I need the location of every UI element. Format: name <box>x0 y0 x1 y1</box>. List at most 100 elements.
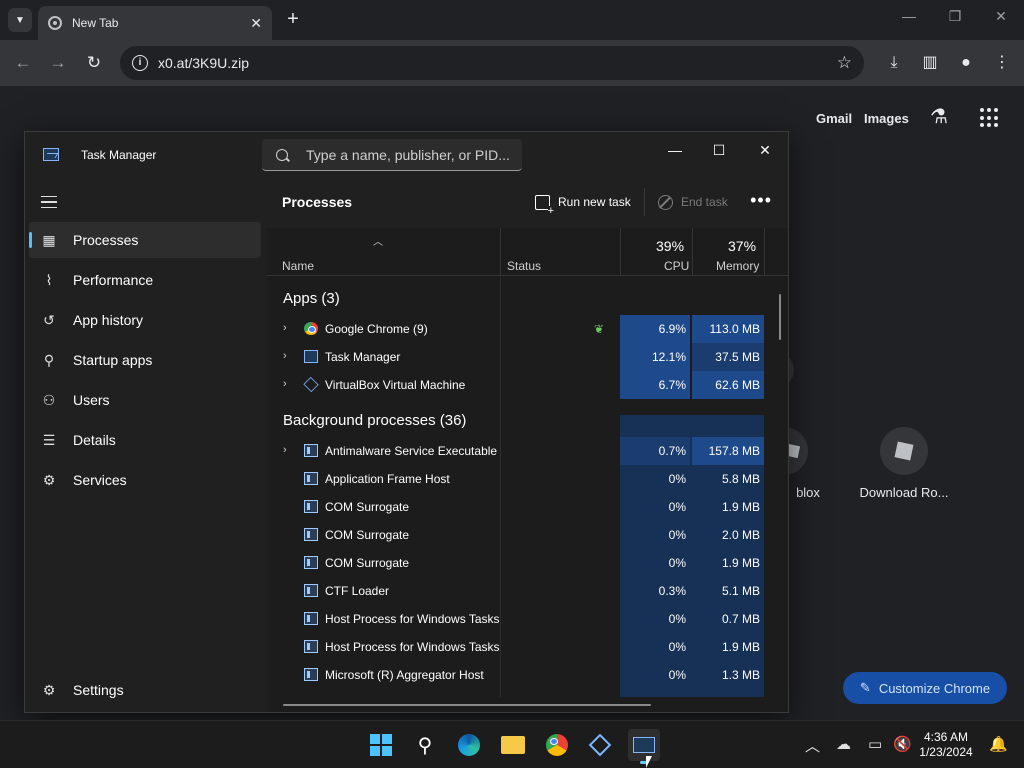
edge-app[interactable] <box>453 729 485 761</box>
table-row[interactable]: CTF Loader 0.3% 5.1 MB <box>267 577 771 605</box>
menu-kebab-icon[interactable]: ⋮ <box>991 52 1013 74</box>
bookmark-star-icon[interactable]: ☆ <box>837 53 852 73</box>
table-row[interactable]: Application Frame Host 0% 5.8 MB <box>267 465 771 493</box>
close-icon[interactable]: ✕ <box>742 136 788 164</box>
task-manager-app[interactable] <box>628 729 660 764</box>
chrome-app[interactable] <box>541 729 573 761</box>
side-panel-icon[interactable]: ▥ <box>919 52 941 74</box>
windows-logo-icon <box>370 734 392 756</box>
minimize-icon[interactable]: — <box>894 8 924 24</box>
labs-flask-icon[interactable]: ⚗ <box>930 104 948 129</box>
maximize-icon[interactable]: ☐ <box>696 136 742 164</box>
table-row[interactable]: Microsoft (R) Aggregator Host 0% 1.3 MB <box>267 661 771 689</box>
sidebar-item-startup-apps[interactable]: ⚲ Startup apps <box>29 342 261 378</box>
download-icon[interactable]: ⤓ <box>883 52 905 74</box>
clock[interactable]: 4:36 AM 1/23/2024 <box>910 730 982 760</box>
profile-icon[interactable]: ● <box>955 52 977 74</box>
expand-chevron-icon[interactable]: › <box>283 444 287 456</box>
sidebar-item-details[interactable]: ☰ Details <box>29 422 261 458</box>
column-name[interactable]: Name <box>282 259 314 273</box>
tab-search-button[interactable]: ▼ <box>8 8 32 32</box>
memory-value: 0.7 MB <box>721 612 760 626</box>
vertical-scrollbar[interactable] <box>779 294 781 340</box>
memory-value: 1.9 MB <box>721 640 760 654</box>
customize-chrome-button[interactable]: ✎ Customize Chrome <box>843 672 1007 704</box>
sidebar-item-performance[interactable]: ⌇ Performance <box>29 262 261 298</box>
table-row[interactable]: › Antimalware Service Executable 0.7% 15… <box>267 437 771 465</box>
page-title: Processes <box>282 194 353 210</box>
column-status[interactable]: Status <box>507 259 541 273</box>
cpu-value: 0.3% <box>658 584 686 598</box>
expand-chevron-icon[interactable]: › <box>283 378 287 390</box>
volume-muted-icon[interactable]: 🔇 <box>893 735 912 753</box>
back-arrow-icon[interactable]: ← <box>12 52 34 74</box>
address-bar[interactable]: i x0.at/3K9U.zip ☆ <box>120 46 864 80</box>
shortcut-roblox[interactable]: blox <box>778 427 828 500</box>
reload-icon[interactable]: ↻ <box>83 52 105 74</box>
show-hidden-icons-chevron-icon[interactable]: ︿ <box>805 735 820 756</box>
table-row[interactable]: Host Process for Windows Tasks 0% 0.7 MB <box>267 605 771 633</box>
tab-new-tab[interactable]: New Tab ✕ <box>38 6 272 40</box>
cpu-value: 0.7% <box>620 437 690 465</box>
expand-chevron-icon[interactable]: › <box>283 350 287 362</box>
group-header-background[interactable]: Background processes (36) <box>267 403 771 437</box>
sidebar-item-settings[interactable]: ⚙ Settings <box>29 672 261 708</box>
roblox-icon <box>880 427 928 475</box>
sidebar-item-processes[interactable]: ▦ Processes <box>29 222 261 258</box>
google-apps-icon[interactable] <box>980 108 1000 128</box>
process-name: Antimalware Service Executable <box>325 444 498 458</box>
memory-value: 157.8 MB <box>692 437 764 465</box>
column-memory[interactable]: Memory <box>716 259 759 273</box>
sidebar-item-users[interactable]: ⚇ Users <box>29 382 261 418</box>
minimize-icon[interactable]: — <box>652 136 698 164</box>
table-row[interactable]: COM Surrogate 0% 1.9 MB <box>267 493 771 521</box>
table-row[interactable]: › VirtualBox Virtual Machine 6.7% 62.6 M… <box>267 371 771 399</box>
table-row[interactable]: Host Process for Windows Tasks 0% 1.9 MB <box>267 633 771 661</box>
process-name: CTF Loader <box>325 584 390 598</box>
notification-bell-icon[interactable]: 🔔 <box>989 735 1008 753</box>
process-name: Host Process for Windows Tasks <box>325 612 500 626</box>
search-button[interactable]: ⚲ <box>409 729 441 761</box>
new-tab-button[interactable]: + <box>282 8 304 30</box>
edge-icon <box>458 734 480 756</box>
process-search-input[interactable]: Type a name, publisher, or PID... <box>262 139 522 171</box>
end-task-button[interactable]: End task <box>658 192 728 212</box>
column-cpu[interactable]: CPU <box>664 259 689 273</box>
app-window-icon <box>304 612 318 625</box>
cpu-value: 0% <box>668 668 686 682</box>
shortcut-download-roblox[interactable]: Download Ro... <box>856 427 952 500</box>
process-name: Google Chrome (9) <box>325 322 428 336</box>
table-row[interactable]: COM Surrogate 0% 2.0 MB <box>267 521 771 549</box>
app-window-icon <box>304 640 318 653</box>
horizontal-scrollbar[interactable] <box>283 704 651 706</box>
history-icon: ↺ <box>43 311 55 328</box>
gmail-link[interactable]: Gmail <box>816 111 852 126</box>
memory-value: 5.1 MB <box>721 584 760 598</box>
images-link[interactable]: Images <box>864 111 909 126</box>
restore-icon[interactable]: ❐ <box>940 8 970 25</box>
app-window-icon <box>304 444 318 457</box>
table-row[interactable]: COM Surrogate 0% 1.9 MB <box>267 549 771 577</box>
forward-arrow-icon[interactable]: → <box>47 52 69 74</box>
folder-icon <box>501 736 525 754</box>
group-header-apps[interactable]: Apps (3) <box>267 281 771 315</box>
cpu-value: 0% <box>668 556 686 570</box>
close-window-icon[interactable]: ✕ <box>986 8 1016 25</box>
more-options-icon[interactable]: ••• <box>750 190 772 211</box>
start-button[interactable] <box>365 729 397 761</box>
sidebar-item-services[interactable]: ⚙ Services <box>29 462 261 498</box>
network-icon[interactable]: ▭ <box>868 735 882 753</box>
process-name: Host Process for Windows Tasks <box>325 640 500 654</box>
table-row[interactable]: › Google Chrome (9) ❦ 6.9% 113.0 MB <box>267 315 771 343</box>
table-row[interactable]: › Task Manager 12.1% 37.5 MB <box>267 343 771 371</box>
sidebar-item-app-history[interactable]: ↺ App history <box>29 302 261 338</box>
virtualbox-app[interactable] <box>584 729 616 761</box>
tab-close-icon[interactable]: ✕ <box>250 15 262 32</box>
expand-chevron-icon[interactable]: › <box>283 322 287 334</box>
file-explorer-app[interactable] <box>497 729 529 761</box>
onedrive-cloud-icon[interactable]: ☁ <box>836 735 851 753</box>
run-new-task-button[interactable]: Run new task <box>535 192 631 216</box>
process-name: COM Surrogate <box>325 528 410 542</box>
hamburger-menu-icon[interactable] <box>41 196 57 208</box>
site-info-icon[interactable]: i <box>132 55 148 71</box>
